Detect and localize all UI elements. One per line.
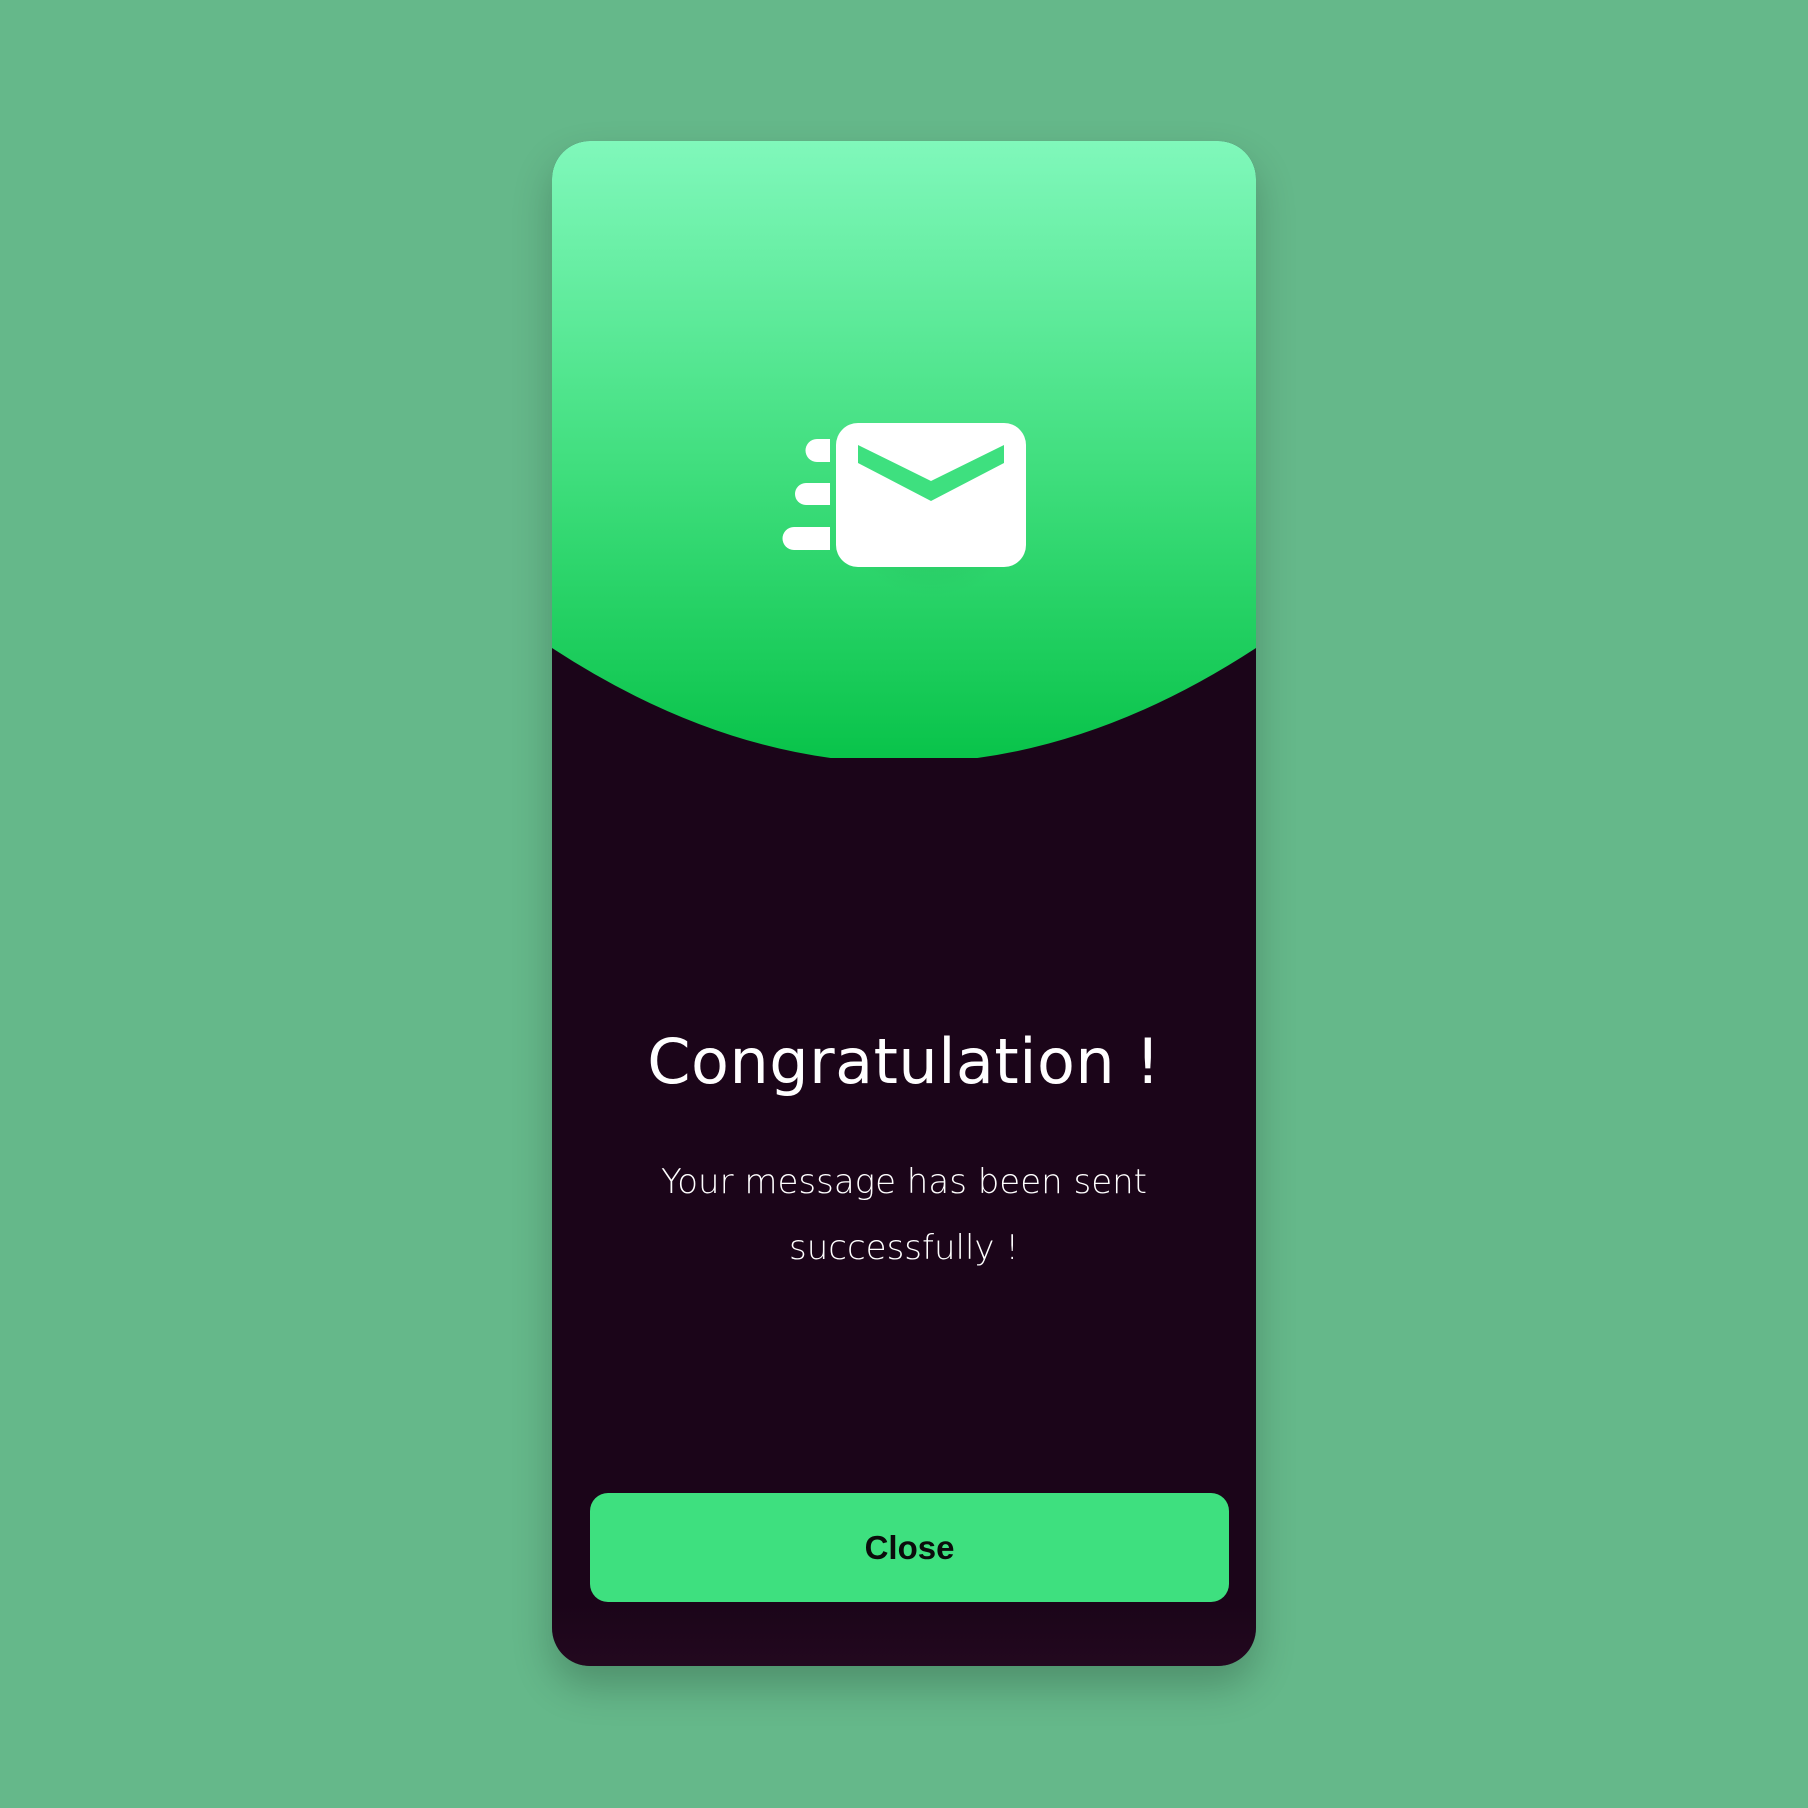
- dialog-message: Your message has been sent successfully …: [660, 1162, 1147, 1268]
- close-button[interactable]: Close: [590, 1493, 1229, 1602]
- success-dialog: Congratulation ! Your message has been s…: [552, 141, 1256, 1666]
- dialog-content: Congratulation ! Your message has been s…: [552, 141, 1256, 1666]
- dialog-title: Congratulation !: [647, 1025, 1161, 1098]
